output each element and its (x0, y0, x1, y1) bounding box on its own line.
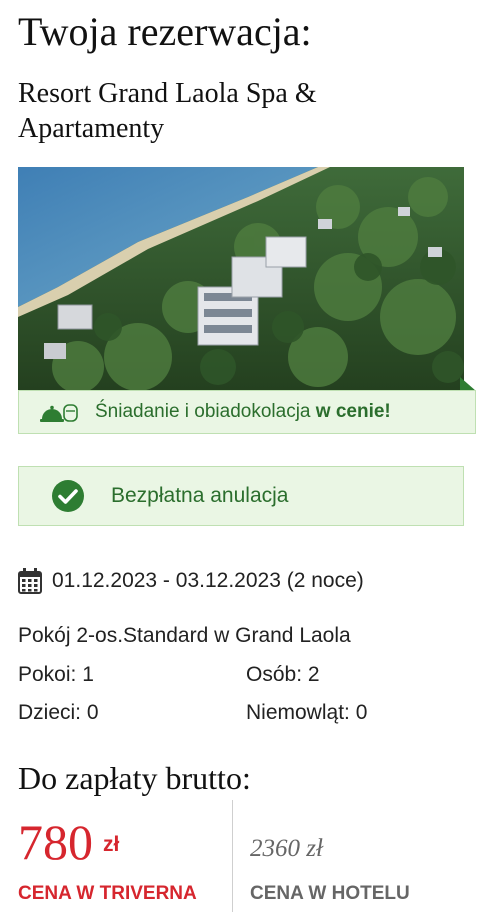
triverna-price-currency: zł (103, 833, 120, 856)
rooms-count: Pokoi: 1 (18, 663, 94, 686)
free-cancellation-box: Bezpłatna anulacja (18, 466, 464, 526)
check-circle-icon (51, 479, 85, 513)
stay-dates-text: 01.12.2023 - 03.12.2023 (2 noce) (52, 569, 364, 592)
hotel-photo (18, 167, 464, 390)
meal-banner-emphasis: w cenie! (315, 401, 391, 422)
banner-fold (460, 377, 476, 391)
price-divider (232, 800, 233, 912)
stay-dates: 01.12.2023 - 03.12.2023 (2 noce) (18, 566, 364, 596)
room-name: Pokój 2-os.Standard w Grand Laola (18, 624, 351, 647)
free-cancellation-text: Bezpłatna anulacja (111, 484, 289, 507)
triverna-price-label: CENA W TRIVERNA (18, 883, 197, 904)
triverna-price-value: 780 (18, 814, 93, 870)
hotel-price-label: CENA W HOTELU (250, 883, 410, 904)
page-title: Twoja rezerwacja: (18, 9, 312, 54)
payment-title: Do zapłaty brutto: (18, 760, 251, 796)
meal-banner-text: Śniadanie i obiadokolacja (95, 401, 311, 422)
meal-banner: Śniadanie i obiadokolacja w cenie! (18, 390, 476, 434)
infants-count: Niemowląt: 0 (246, 701, 368, 724)
hotel-price: 2360 zł (250, 835, 323, 862)
children-count: Dzieci: 0 (18, 701, 99, 724)
triverna-price: 780 zł (18, 812, 119, 875)
meal-icon (39, 398, 79, 426)
persons-count: Osób: 2 (246, 663, 320, 686)
calendar-icon (18, 568, 42, 594)
hotel-name: Resort Grand Laola Spa & Apartamenty (18, 78, 317, 144)
